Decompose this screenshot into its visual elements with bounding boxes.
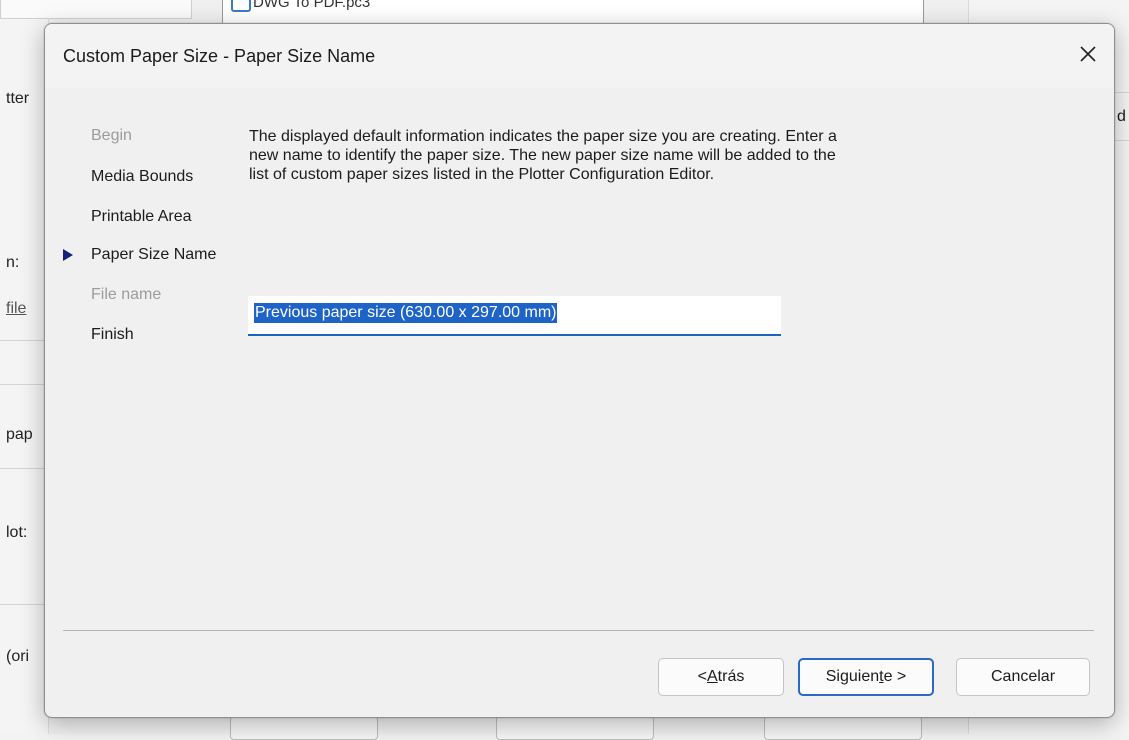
dialog-title: Custom Paper Size - Paper Size Name: [63, 46, 376, 66]
background-divider: [0, 340, 48, 341]
close-button[interactable]: [1070, 36, 1106, 72]
next-button[interactable]: Siguien t e >: [798, 658, 934, 696]
background-combo-text: DWG To PDF.pc3: [253, 0, 371, 11]
background-top-box: [0, 0, 192, 19]
back-button-suffix: trás: [717, 668, 745, 685]
description-text: The displayed default information indica…: [249, 128, 837, 183]
close-icon: [1080, 46, 1096, 62]
dialog-titlebar[interactable]: Custom Paper Size - Paper Size Name: [45, 24, 1114, 88]
next-button-suffix: e >: [883, 668, 907, 685]
background-label-paper: pap: [6, 426, 33, 443]
current-step-arrow-icon: [63, 249, 73, 261]
background-link-file[interactable]: file: [6, 300, 26, 318]
step-printable-area: Printable Area: [91, 208, 192, 225]
background-label-plot: lot:: [6, 524, 28, 541]
background-button[interactable]: [230, 716, 378, 740]
background-button[interactable]: [496, 716, 654, 740]
background-plotter-combo[interactable]: DWG To PDF.pc3: [222, 0, 924, 25]
dialog-separator: [63, 630, 1094, 631]
back-button[interactable]: < Atrás: [658, 658, 784, 696]
custom-paper-size-dialog: Custom Paper Size - Paper Size Name Begi…: [44, 23, 1115, 718]
background-label-name: n:: [6, 254, 20, 271]
next-button-prefix: Siguien: [825, 668, 880, 685]
plotter-icon: [231, 0, 251, 12]
background-button[interactable]: [764, 716, 922, 740]
back-button-prefix: <: [697, 668, 707, 685]
step-finish: Finish: [91, 326, 134, 343]
background-label-origin: (ori: [6, 648, 30, 665]
step-paper-size-name: Paper Size Name: [91, 246, 217, 263]
paper-size-name-value: Previous paper size (630.00 x 297.00 mm): [254, 303, 558, 323]
background-divider: [0, 604, 48, 605]
background-divider: [0, 384, 48, 385]
background-right-label: d: [1117, 108, 1126, 125]
cancel-button[interactable]: Cancelar: [956, 658, 1090, 696]
step-media-bounds: Media Bounds: [91, 168, 194, 185]
background-left-panel: tter n: file pap lot: (ori: [0, 0, 192, 734]
paper-size-name-input[interactable]: Previous paper size (630.00 x 297.00 mm): [248, 296, 781, 336]
background-label-plotter: tter: [6, 90, 30, 107]
step-begin: Begin: [91, 127, 132, 144]
back-button-accelerator: A: [707, 668, 718, 685]
step-file-name: File name: [91, 286, 162, 303]
background-divider: [0, 468, 48, 469]
